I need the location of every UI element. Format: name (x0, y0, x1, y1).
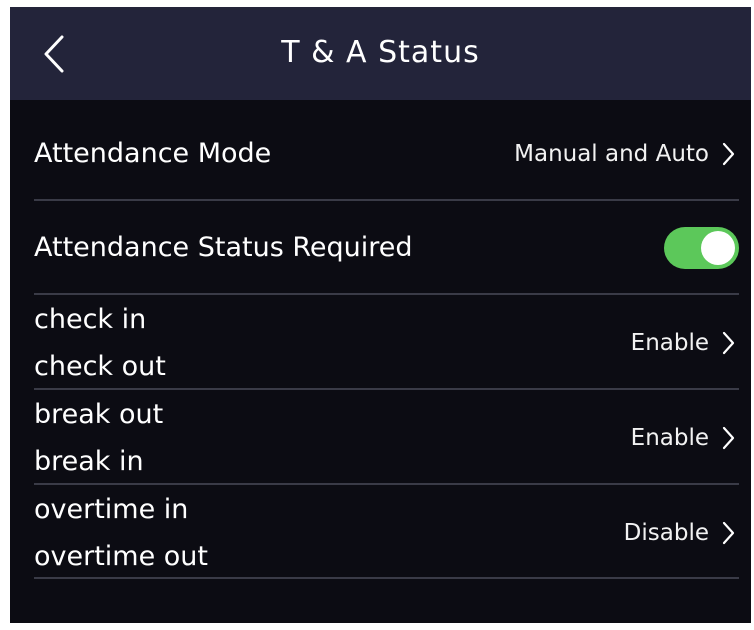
check-in-out-row[interactable]: check in check out Enable (34, 300, 739, 382)
page-title: T & A Status (281, 35, 480, 70)
overtime-in-out-row[interactable]: overtime in overtime out Disable (34, 490, 739, 572)
divider (34, 388, 739, 390)
overtime-in-label: overtime in (34, 494, 189, 525)
toggle-knob (701, 231, 735, 265)
overtime-in-out-value: Disable (623, 520, 709, 546)
header-bar: T & A Status (10, 7, 751, 100)
divider (34, 199, 739, 201)
attendance-mode-row[interactable]: Attendance Mode Manual and Auto (34, 134, 739, 174)
chevron-right-icon (721, 521, 735, 545)
divider (34, 293, 739, 295)
attendance-status-required-label: Attendance Status Required (34, 232, 413, 263)
break-out-label: break out (34, 399, 164, 430)
divider (34, 577, 739, 579)
check-out-label: check out (34, 351, 166, 382)
attendance-status-required-row: Attendance Status Required (34, 227, 739, 269)
chevron-right-icon (721, 426, 735, 450)
divider (34, 483, 739, 485)
chevron-right-icon (721, 142, 735, 166)
break-out-in-value: Enable (630, 425, 709, 451)
t-and-a-status-screen: T & A Status Attendance Mode Manual and … (10, 7, 751, 623)
chevron-right-icon (721, 331, 735, 355)
attendance-mode-label: Attendance Mode (34, 138, 272, 169)
attendance-status-required-toggle[interactable] (664, 227, 739, 269)
check-in-out-value: Enable (630, 330, 709, 356)
check-in-label: check in (34, 304, 147, 335)
break-in-label: break in (34, 446, 144, 477)
break-out-in-row[interactable]: break out break in Enable (34, 395, 739, 477)
overtime-out-label: overtime out (34, 541, 209, 572)
attendance-mode-value: Manual and Auto (514, 141, 709, 167)
